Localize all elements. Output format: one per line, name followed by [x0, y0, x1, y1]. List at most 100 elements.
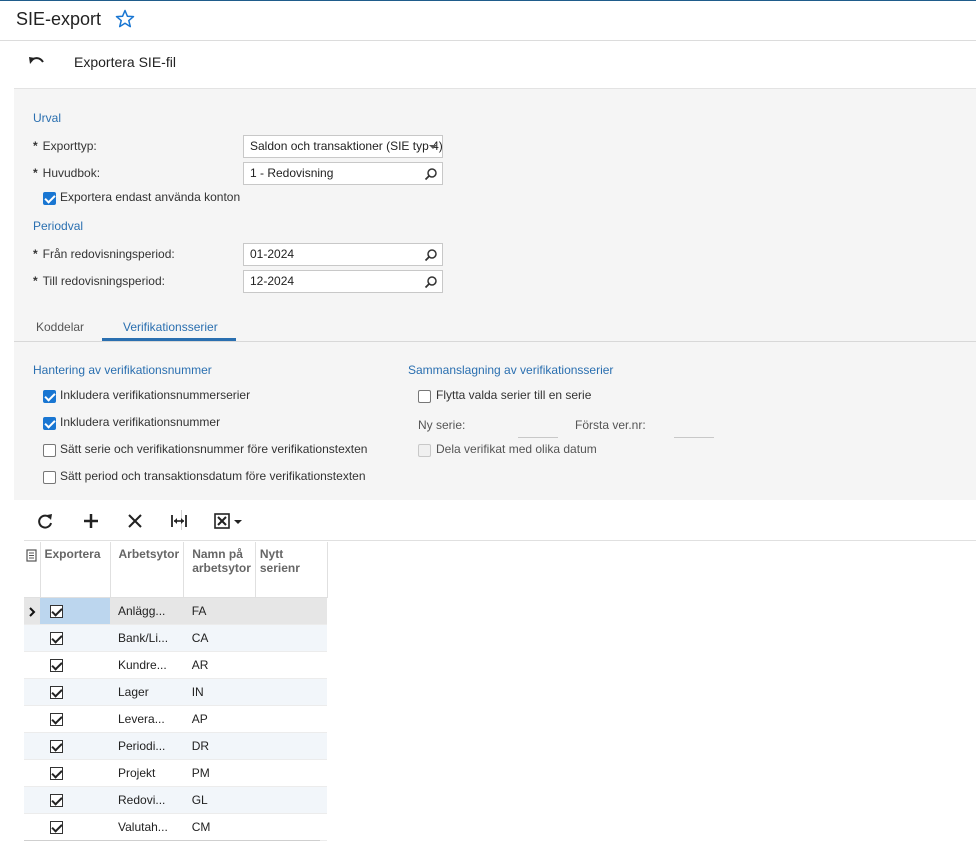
- namn-cell: CA: [183, 624, 256, 652]
- column-header-exportera[interactable]: Exportera: [40, 542, 111, 598]
- to-period-label: * Till redovisningsperiod:: [33, 274, 165, 288]
- serienr-cell[interactable]: [255, 678, 328, 706]
- export-checkbox[interactable]: [50, 685, 63, 699]
- sammanslagning-heading: Sammanslagning av verifikationsserier: [408, 363, 614, 377]
- table-row[interactable]: Periodi... DR: [24, 732, 328, 760]
- ny-serie-input[interactable]: [518, 437, 558, 438]
- column-header-nytt-serienr[interactable]: Nytt serienr: [255, 542, 328, 598]
- series-grid: Exportera Arbetsytor Namn på arbetsytor …: [24, 542, 328, 841]
- series-grid-area: Exportera Arbetsytor Namn på arbetsytor …: [24, 500, 976, 856]
- search-icon[interactable]: [424, 248, 438, 262]
- namn-cell: IN: [183, 678, 256, 706]
- tab-koddelar[interactable]: Koddelar: [36, 320, 84, 334]
- export-sie-file-action[interactable]: Exportera SIE-fil: [74, 54, 176, 70]
- grid-bottom-border: [24, 840, 320, 841]
- export-checkbox[interactable]: [50, 604, 63, 618]
- dropdown-caret-icon: [429, 145, 437, 149]
- include-series-label: Inkludera verifikationsnummerserier: [60, 388, 251, 402]
- move-series-checkbox[interactable]: [418, 390, 431, 403]
- refresh-icon[interactable]: [34, 510, 56, 532]
- selection-form: Urval * Exporttyp: Saldon och transaktion…: [14, 88, 976, 342]
- period-before-text-label: Sätt period och transaktionsdatum före v…: [60, 469, 366, 483]
- export-checkbox[interactable]: [50, 631, 63, 645]
- forsta-vernr-input[interactable]: [674, 437, 714, 438]
- arbetsyta-cell: Anlägg...: [110, 597, 184, 625]
- arbetsyta-cell: Periodi...: [110, 732, 184, 760]
- huvudbok-field[interactable]: 1 - Redovisning: [243, 162, 443, 185]
- serienr-cell[interactable]: [255, 624, 328, 652]
- arbetsyta-cell: Redovi...: [110, 786, 184, 814]
- series-before-text-checkbox[interactable]: [43, 444, 56, 457]
- export-checkbox[interactable]: [50, 712, 63, 726]
- only-used-accounts-checkbox[interactable]: [43, 192, 56, 205]
- serienr-cell[interactable]: [255, 732, 328, 760]
- ny-serie-label: Ny serie:: [418, 418, 466, 432]
- periodval-heading: Periodval: [33, 219, 84, 233]
- hantering-heading: Hantering av verifikationsnummer: [33, 363, 212, 377]
- export-checkbox[interactable]: [50, 820, 63, 834]
- arbetsyta-cell: Kundre...: [110, 651, 184, 679]
- add-icon[interactable]: [80, 510, 102, 532]
- forsta-vernr-label: Första ver.nr:: [575, 418, 646, 432]
- from-period-field[interactable]: 01-2024: [243, 243, 443, 266]
- verifikationsserier-panel: Hantering av verifikationsnummer Inklude…: [14, 342, 976, 500]
- table-row[interactable]: Levera... AP: [24, 705, 328, 733]
- series-before-text-label: Sätt serie och verifikationsnummer före …: [60, 442, 368, 456]
- export-checkbox[interactable]: [50, 739, 63, 753]
- row-arrow-icon: [29, 606, 36, 617]
- table-row[interactable]: Redovi... GL: [24, 786, 328, 814]
- table-row[interactable]: Valutah... CM: [24, 813, 328, 841]
- grid-toolbar: [24, 500, 976, 541]
- split-date-checkbox[interactable]: [418, 444, 431, 457]
- serienr-cell[interactable]: [255, 786, 328, 814]
- serienr-cell[interactable]: [255, 597, 328, 625]
- include-numbers-checkbox[interactable]: [43, 417, 56, 430]
- table-row[interactable]: Projekt PM: [24, 759, 328, 787]
- column-config-icon[interactable]: [26, 549, 38, 562]
- export-checkbox[interactable]: [50, 793, 63, 807]
- table-row[interactable]: Lager IN: [24, 678, 328, 706]
- table-row[interactable]: Bank/Li... CA: [24, 624, 328, 652]
- export-checkbox[interactable]: [50, 766, 63, 780]
- include-series-checkbox[interactable]: [43, 390, 56, 403]
- star-icon[interactable]: [115, 9, 135, 29]
- serienr-cell[interactable]: [255, 813, 328, 841]
- arbetsyta-cell: Levera...: [110, 705, 184, 733]
- serienr-cell[interactable]: [255, 759, 328, 787]
- include-numbers-label: Inkludera verifikationsnummer: [60, 415, 221, 429]
- only-used-accounts-label: Exportera endast använda konton: [60, 190, 241, 204]
- delete-icon[interactable]: [124, 510, 146, 532]
- arbetsyta-cell: Valutah...: [110, 813, 184, 841]
- undo-icon[interactable]: [28, 54, 46, 70]
- namn-cell: CM: [183, 813, 256, 841]
- arbetsyta-cell: Lager: [110, 678, 184, 706]
- serienr-cell[interactable]: [255, 705, 328, 733]
- arbetsyta-cell: Bank/Li...: [110, 624, 184, 652]
- exporttyp-label: * Exporttyp:: [33, 139, 97, 153]
- tab-verifikationsserier[interactable]: Verifikationsserier: [123, 320, 218, 334]
- to-period-field[interactable]: 12-2024: [243, 270, 443, 293]
- serienr-cell[interactable]: [255, 651, 328, 679]
- period-before-text-checkbox[interactable]: [43, 471, 56, 484]
- fit-columns-icon[interactable]: [168, 510, 190, 532]
- move-series-label: Flytta valda serier till en serie: [436, 388, 592, 402]
- urval-heading: Urval: [33, 111, 62, 125]
- page-title: SIE-export: [16, 9, 102, 29]
- column-config-header[interactable]: [24, 542, 41, 598]
- title-bar: SIE-export: [0, 1, 976, 41]
- namn-cell: PM: [183, 759, 256, 787]
- action-bar: Exportera SIE-fil: [0, 42, 976, 88]
- column-header-namn[interactable]: Namn på arbetsytor: [183, 542, 256, 598]
- exporttyp-select[interactable]: Saldon och transaktioner (SIE typ 4): [243, 135, 443, 158]
- search-icon[interactable]: [424, 275, 438, 289]
- namn-cell: AR: [183, 651, 256, 679]
- search-icon[interactable]: [424, 167, 438, 181]
- excel-export-icon[interactable]: [212, 510, 246, 532]
- namn-cell: GL: [183, 786, 256, 814]
- table-row[interactable]: Anlägg... FA: [24, 597, 328, 625]
- table-row[interactable]: Kundre... AR: [24, 651, 328, 679]
- column-header-arbetsytor[interactable]: Arbetsytor: [110, 542, 185, 598]
- namn-cell: FA: [183, 597, 256, 625]
- namn-cell: DR: [183, 732, 256, 760]
- export-checkbox[interactable]: [50, 658, 63, 672]
